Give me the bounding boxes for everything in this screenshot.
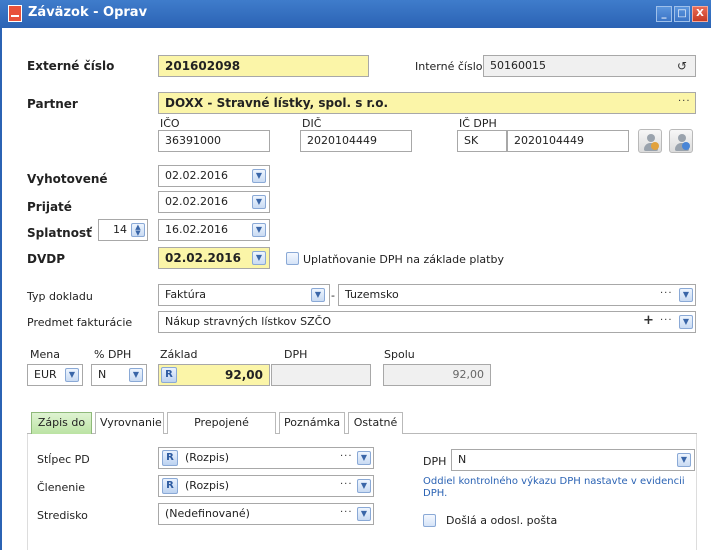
internal-number-input[interactable]: 50160015 [483,55,696,77]
vyhotovene-dropdown-icon[interactable]: ▼ [252,169,266,183]
subject-more-icon[interactable]: ··· [660,315,673,326]
dph-label: DPH [423,455,447,468]
splatnost-dropdown-icon[interactable]: ▼ [252,223,266,237]
window-frame [0,28,2,550]
partner-label: Partner [27,97,78,111]
icdph-label: IČ DPH [459,117,497,130]
stlpec-dropdown-icon[interactable]: ▼ [357,451,371,465]
dic-label: DIČ [302,117,322,130]
refresh-icon[interactable]: ↺ [677,59,687,73]
external-number-input[interactable]: 201602098 [158,55,369,77]
doc-type-label: Typ dokladu [27,290,93,303]
tab-ostatne[interactable]: Ostatné [348,412,403,434]
subject-add-icon[interactable]: + [643,313,654,328]
window-title-bar[interactable]: Záväzok - Oprav _ □ X [0,0,711,28]
maximize-button[interactable]: □ [674,6,690,22]
dvdp-label: DVDP [27,252,66,266]
dic-input[interactable]: 2020104449 [300,130,412,152]
vyhotovene-label: Vyhotovené [27,172,108,186]
stlpec-more-icon[interactable]: ··· [340,451,353,462]
doc-type-select[interactable]: Faktúra [158,284,330,306]
total-label: Spolu [384,348,415,361]
region-dropdown-icon[interactable]: ▼ [679,288,693,302]
external-number-label: Externé číslo [27,59,115,73]
splatnost-spinner-icon[interactable]: ▲ ▼ [131,223,145,237]
dvdp-dropdown-icon[interactable]: ▼ [252,251,266,265]
internal-number-label: Interné číslo [415,60,483,73]
doc-type-separator: - [331,289,335,302]
minimize-button[interactable]: _ [656,6,672,22]
dph-note: Oddiel kontrolného výkazu DPH nastavte v… [423,476,685,499]
base-amount-badge-icon[interactable]: R [161,367,177,383]
region-more-icon[interactable]: ··· [660,288,673,299]
window-title: Záväzok - Oprav [28,5,148,20]
tab-vyrovnanie[interactable]: Vyrovnanie [95,412,164,434]
uplatnovanie-checkbox[interactable] [286,252,299,265]
currency-label: Mena [30,348,60,361]
base-amount-label: Základ [160,348,198,361]
subject-input[interactable]: Nákup stravných lístkov SZČO [158,311,696,333]
stlpec-label: Stĺpec PD [37,453,90,466]
posta-label: Došlá a odosl. pošta [446,514,558,527]
stredisko-more-icon[interactable]: ··· [340,507,353,518]
dph-dropdown-icon[interactable]: ▼ [677,453,691,467]
doc-type-dropdown-icon[interactable]: ▼ [311,288,325,302]
close-button[interactable]: X [692,6,708,22]
uplatnovanie-label: Uplatňovanie DPH na základe platby [303,253,504,266]
ico-label: IČO [160,117,180,130]
subject-label: Predmet fakturácie [27,316,133,329]
clenenie-dropdown-icon[interactable]: ▼ [357,479,371,493]
region-select[interactable]: Tuzemsko [338,284,696,306]
partner-person-icon[interactable] [638,129,662,153]
partner-more-icon[interactable]: ··· [678,96,691,107]
partner-input[interactable]: DOXX - Stravné lístky, spol. s r.o. [158,92,696,114]
currency-dropdown-icon[interactable]: ▼ [65,368,79,382]
tab-zapis-do[interactable]: Zápis do [31,412,92,435]
stredisko-label: Stredisko [37,509,88,522]
prijate-label: Prijaté [27,200,72,214]
stredisko-dropdown-icon[interactable]: ▼ [357,507,371,521]
subject-dropdown-icon[interactable]: ▼ [679,315,693,329]
stlpec-badge-icon[interactable]: R [162,450,178,466]
dph-select[interactable]: N [451,449,695,471]
tab-poznamka[interactable]: Poznámka [279,412,345,434]
clenenie-badge-icon[interactable]: R [162,478,178,494]
clenenie-label: Členenie [37,481,86,494]
icdph-prefix-input[interactable]: SK [457,130,507,152]
vat-amount-label: DPH [284,348,308,361]
clenenie-more-icon[interactable]: ··· [340,479,353,490]
vat-percent-dropdown-icon[interactable]: ▼ [129,368,143,382]
vat-amount-input[interactable] [271,364,371,386]
vat-percent-label: % DPH [94,348,132,361]
posta-checkbox[interactable] [423,514,436,527]
total-amount-input[interactable]: 92,00 [383,364,491,386]
ico-input[interactable]: 36391000 [158,130,270,152]
tab-prepojene-doklady[interactable]: Prepojené doklady [167,412,276,449]
document-app-icon [8,5,22,22]
icdph-input[interactable]: 2020104449 [507,130,629,152]
splatnost-label: Splatnosť [27,226,92,240]
add-partner-icon[interactable] [669,129,693,153]
prijate-dropdown-icon[interactable]: ▼ [252,195,266,209]
